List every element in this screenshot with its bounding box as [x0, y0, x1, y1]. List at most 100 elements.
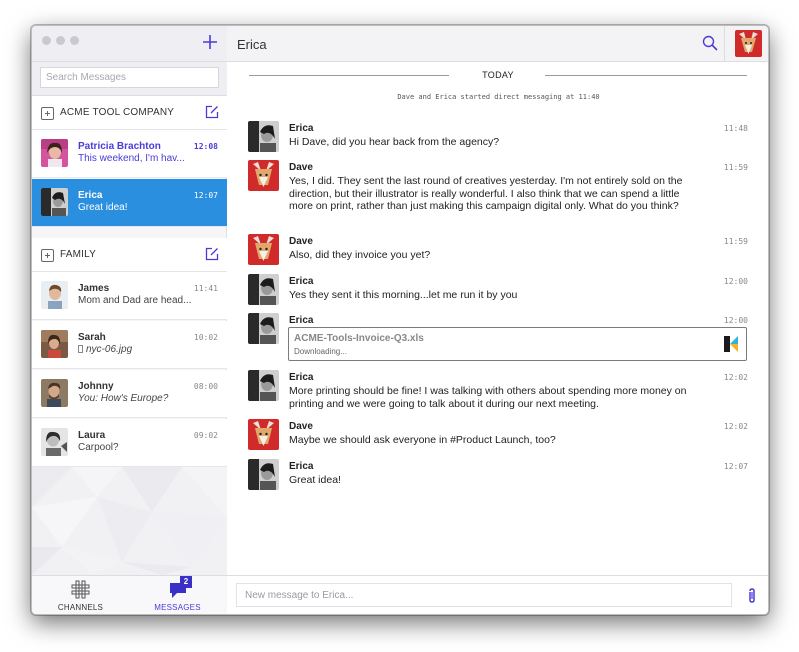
window-zoom-button[interactable]: [70, 36, 79, 45]
attach-button[interactable]: [747, 588, 757, 604]
message-item: Erica 12:02 More printing should be fine…: [248, 370, 748, 414]
tab-messages[interactable]: 2 MESSAGES: [129, 576, 226, 614]
avatar: [248, 274, 279, 305]
conversation-time: 10:02: [193, 333, 218, 342]
chat-panel: Erica TODAY Dave and Erica started direc…: [227, 26, 768, 614]
paperclip-icon: [749, 588, 755, 603]
group-header-family[interactable]: FAMILY: [32, 238, 227, 272]
tab-label: CHANNELS: [57, 603, 104, 612]
group-title: FAMILY: [60, 249, 97, 260]
avatar: [248, 234, 279, 265]
message-time: 12:07: [723, 462, 748, 471]
compose-icon: [205, 247, 219, 261]
message-composer: [227, 575, 768, 614]
message-author: Erica: [289, 276, 314, 287]
date-divider: TODAY: [249, 69, 747, 83]
message-author: Dave: [289, 421, 313, 432]
message-text: Yes they sent it this morning...let me r…: [289, 289, 518, 301]
message-author: Dave: [289, 236, 313, 247]
message-item: Erica 12:07 Great idea!: [248, 459, 748, 493]
message-time: 11:59: [723, 237, 748, 246]
message-item: Erica 11:48 Hi Dave, did you hear back f…: [248, 121, 748, 155]
message-text: Also, did they invoice you yet?: [289, 249, 431, 261]
message-author: Erica: [289, 315, 314, 326]
message-author: Erica: [289, 123, 314, 134]
group-collapse-icon[interactable]: [41, 107, 54, 120]
file-attachment[interactable]: ACME-Tools-Invoice-Q3.xls Downloading...: [288, 327, 747, 361]
search-bar: [32, 62, 227, 96]
file-name: ACME-Tools-Invoice-Q3.xls: [294, 333, 424, 344]
tab-label: MESSAGES: [154, 603, 201, 612]
message-item: Dave 11:59 Yes, I did. They sent the las…: [248, 160, 748, 224]
message-item: Erica 12:00 Yes they sent it this mornin…: [248, 274, 748, 308]
conversation-item-patricia[interactable]: Patricia Brachton This weekend, I'm hav.…: [32, 130, 227, 178]
group-header-acme[interactable]: ACME TOOL COMPANY: [32, 96, 227, 130]
conversation-name: Laura: [78, 430, 106, 441]
group-title: ACME TOOL COMPANY: [60, 107, 175, 118]
avatar: [41, 428, 68, 456]
conversation-name: Patricia Brachton: [78, 141, 161, 152]
window-close-button[interactable]: [42, 36, 51, 45]
search-icon: [702, 35, 718, 51]
search-input[interactable]: [40, 67, 219, 88]
message-time: 12:00: [723, 316, 748, 325]
avatar: [248, 370, 279, 401]
plus-icon: [203, 35, 217, 49]
avatar: [248, 459, 279, 490]
bottom-navigation: CHANNELS 2 MESSAGES: [32, 575, 227, 614]
conversation-item-erica[interactable]: Erica Great idea! 12:07: [32, 179, 227, 227]
conversation-time: 08:00: [193, 382, 218, 391]
conversation-name: Sarah: [78, 332, 106, 343]
date-text: TODAY: [474, 70, 522, 80]
search-button[interactable]: [702, 35, 718, 51]
message-time: 12:00: [723, 277, 748, 286]
conversation-time: 12:08: [193, 142, 218, 151]
tab-channels[interactable]: CHANNELS: [32, 576, 129, 614]
message-text: More printing should be fine! I was talk…: [289, 385, 687, 410]
channels-grid-icon: [71, 580, 90, 599]
chat-header: Erica: [227, 26, 768, 62]
avatar: [41, 379, 68, 407]
conversation-item-sarah[interactable]: Sarah nyc-06.jpg 10:02: [32, 321, 227, 369]
conversation-preview: Carpool?: [78, 442, 119, 453]
message-item: Dave 11:59 Also, did they invoice you ye…: [248, 234, 748, 268]
message-author: Erica: [289, 461, 314, 472]
window-minimize-button[interactable]: [56, 36, 65, 45]
conversation-preview: nyc-06.jpg: [78, 344, 196, 355]
message-time: 11:59: [723, 163, 748, 172]
conversation-item-johnny[interactable]: Johnny You: How's Europe? 08:00: [32, 370, 227, 418]
new-conversation-button[interactable]: [201, 33, 219, 51]
avatar: [248, 121, 279, 152]
message-author: Erica: [289, 372, 314, 383]
avatar: [41, 330, 68, 358]
conversation-time: 11:41: [193, 284, 218, 293]
conversation-name: Erica: [78, 190, 103, 201]
system-message: Dave and Erica started direct messaging …: [397, 93, 600, 101]
avatar: [41, 188, 68, 216]
message-text: Hi Dave, did you hear back from the agen…: [289, 136, 500, 148]
message-time: 11:48: [723, 124, 748, 133]
conversation-item-james[interactable]: James Mom and Dad are head... 11:41: [32, 272, 227, 320]
avatar: [41, 281, 68, 309]
header-divider: [724, 26, 725, 62]
message-time: 12:02: [723, 422, 748, 431]
conversation-item-laura[interactable]: Laura Carpool? 09:02: [32, 419, 227, 467]
user-avatar-button[interactable]: [735, 30, 762, 57]
sidebar: ACME TOOL COMPANY Patricia Brachton: [32, 26, 227, 614]
conversation-time: 12:07: [193, 191, 218, 200]
avatar: [248, 160, 279, 191]
compose-button[interactable]: [205, 247, 219, 261]
avatar: [248, 313, 279, 344]
conversation-preview: This weekend, I'm hav...: [78, 153, 185, 164]
message-time: 12:02: [723, 373, 748, 382]
file-status: Downloading...: [294, 347, 347, 356]
sidebar-empty-pattern: [32, 467, 227, 575]
group-collapse-icon[interactable]: [41, 249, 54, 262]
compose-button[interactable]: [205, 105, 219, 119]
attachment-file-icon: [78, 345, 83, 353]
unread-badge: 2: [180, 576, 192, 588]
message-text: Maybe we should ask everyone in #Product…: [289, 434, 556, 446]
chat-title: Erica: [237, 37, 267, 52]
message-input[interactable]: [236, 583, 732, 607]
message-text: Great idea!: [289, 474, 341, 486]
